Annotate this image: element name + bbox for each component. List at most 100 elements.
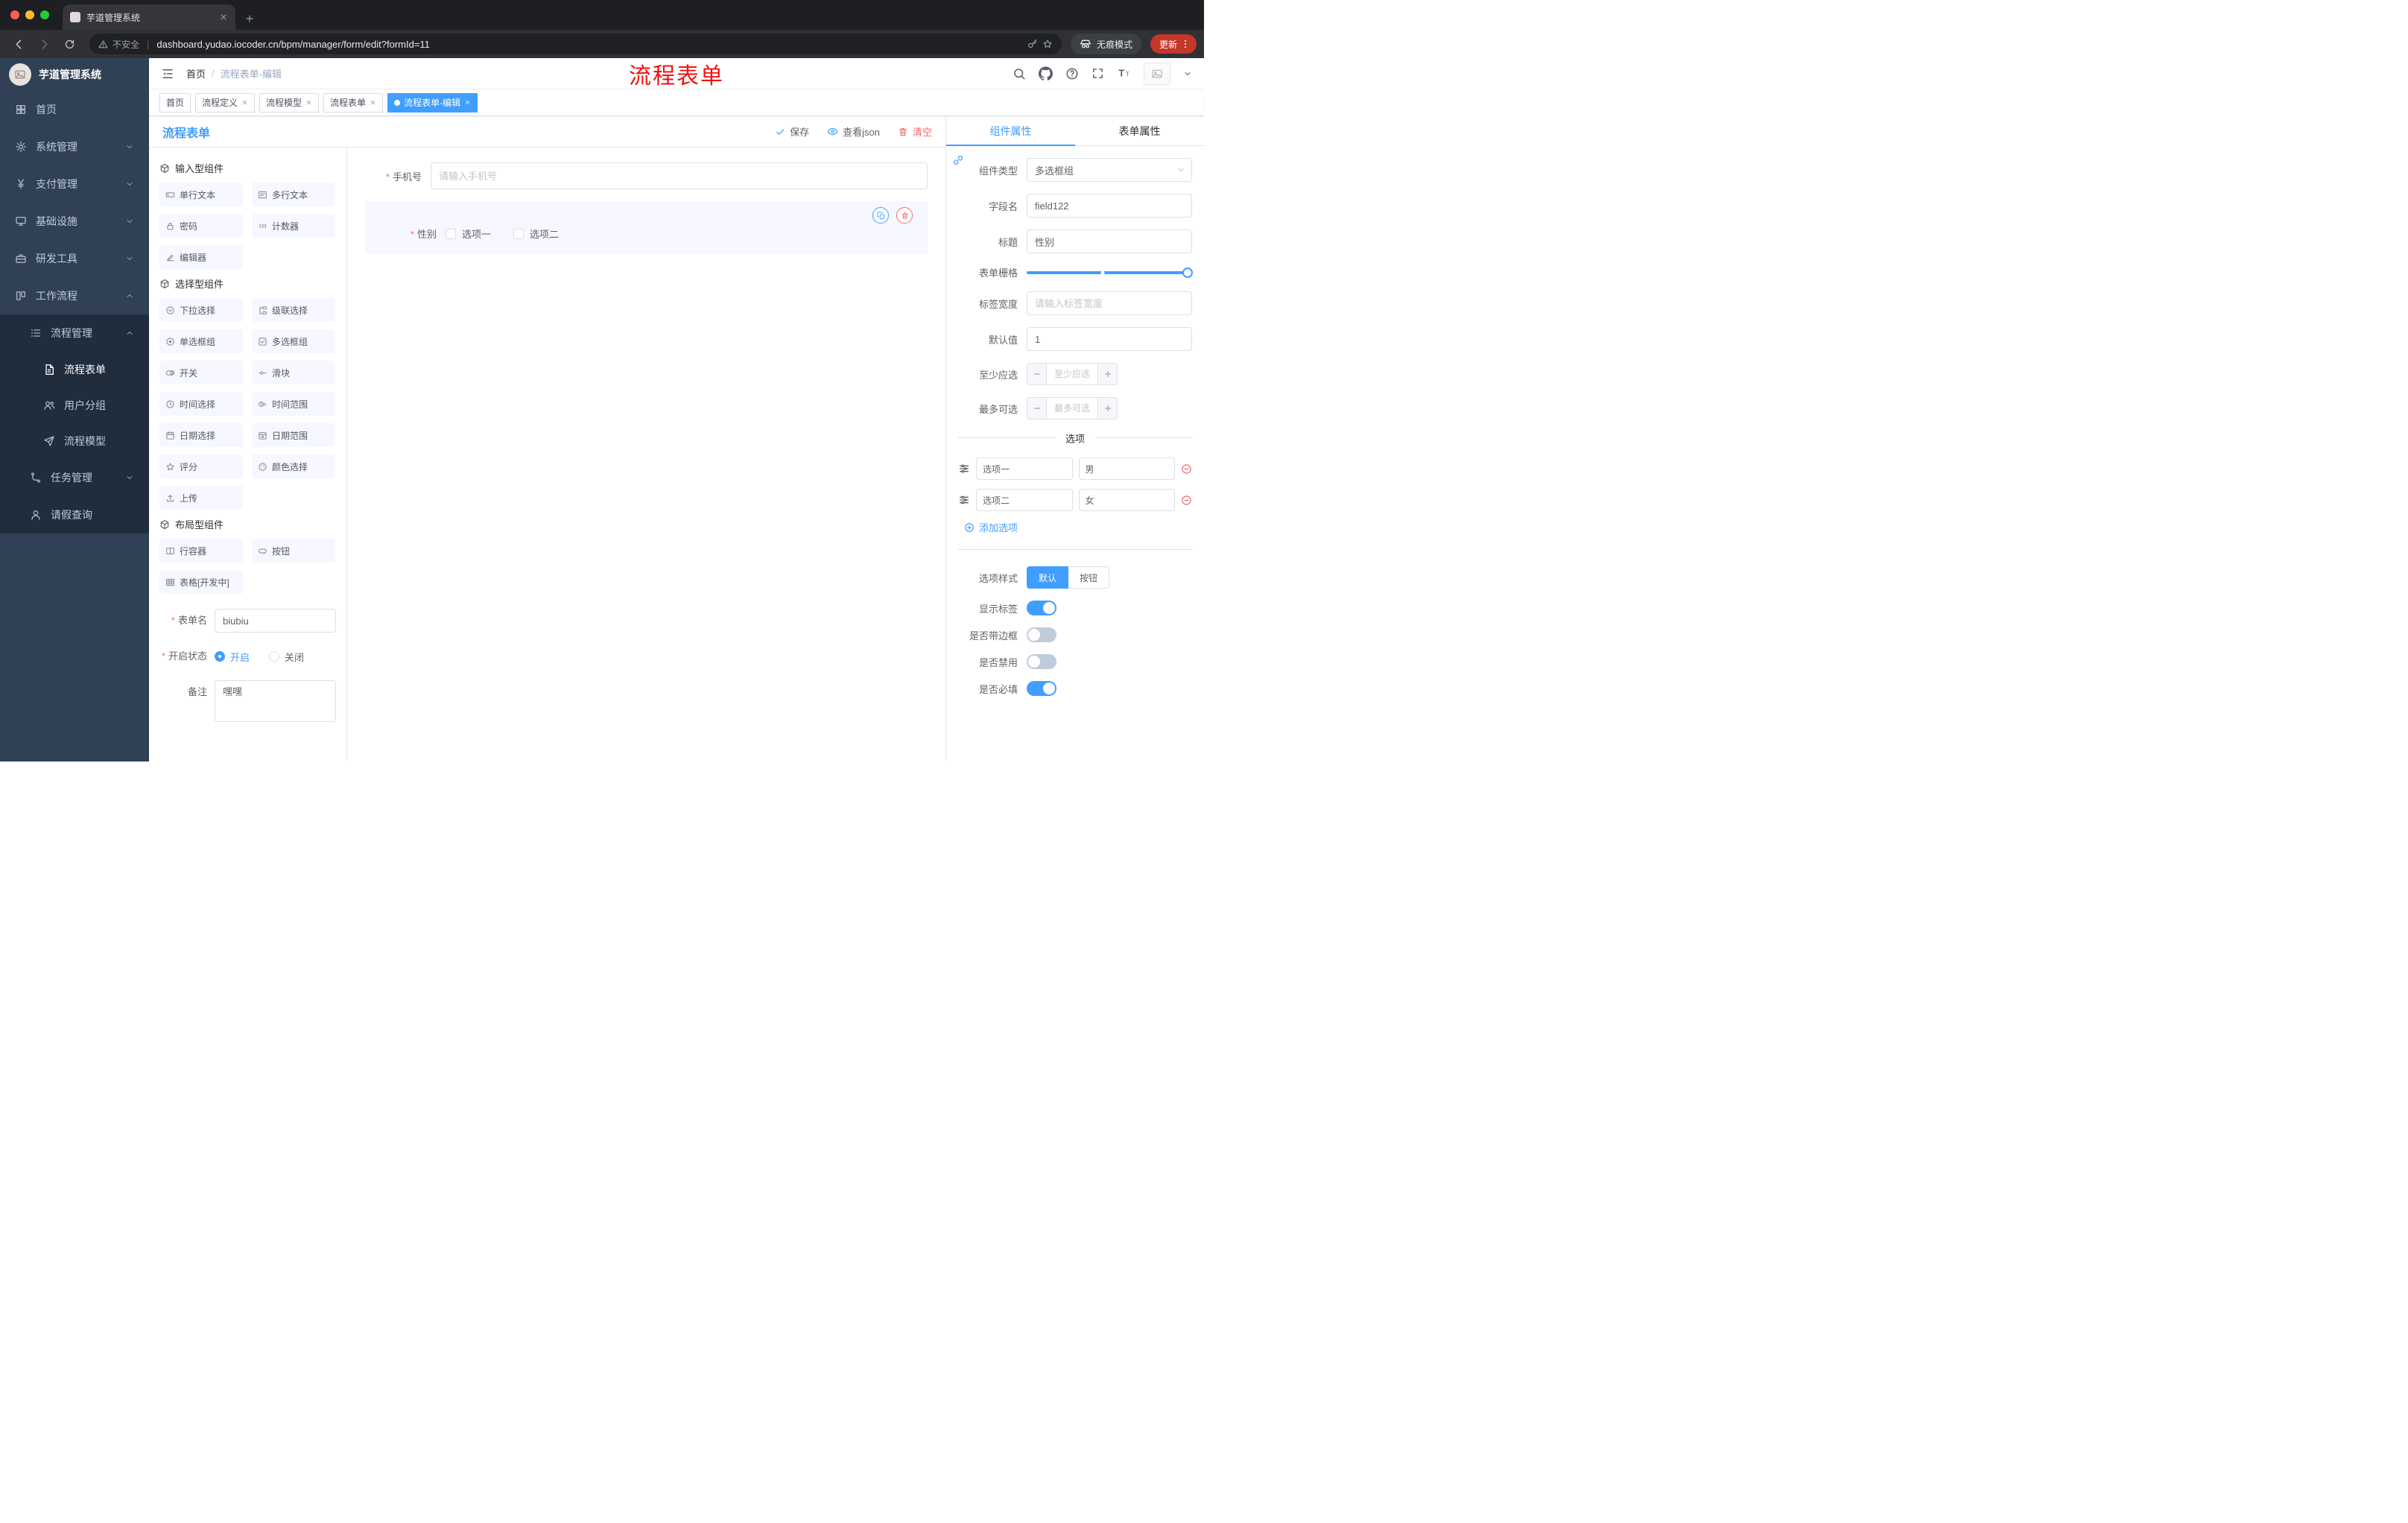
- option-2-value-input[interactable]: [1078, 489, 1175, 511]
- password-key-icon[interactable]: [1027, 39, 1038, 49]
- palette-item-radio-group[interactable]: 单选框组: [159, 329, 243, 353]
- tab-component-props[interactable]: 组件属性: [946, 116, 1075, 146]
- palette-item-multi-line-text[interactable]: 多行文本: [252, 183, 335, 206]
- tab-form-props[interactable]: 表单属性: [1075, 116, 1204, 145]
- default-value-input[interactable]: [1027, 327, 1192, 351]
- palette-item-slider[interactable]: 滑块: [252, 361, 335, 384]
- form-field-phone[interactable]: 手机号: [365, 162, 928, 189]
- tag-close-icon[interactable]: [241, 99, 248, 106]
- font-size-icon[interactable]: [1117, 66, 1131, 80]
- tag-process-model[interactable]: 流程模型: [259, 92, 320, 113]
- grid-slider[interactable]: [1027, 267, 1193, 278]
- palette-item-editor[interactable]: 编辑器: [159, 245, 243, 269]
- palette-item-select[interactable]: 下拉选择: [159, 298, 243, 322]
- palette-item-row-container[interactable]: 行容器: [159, 539, 243, 563]
- sidebar-item-user-group[interactable]: 用户分组: [0, 387, 149, 423]
- decrease-icon[interactable]: [1027, 364, 1047, 384]
- palette-item-time-picker[interactable]: 时间选择: [159, 392, 243, 416]
- increase-icon[interactable]: [1097, 364, 1117, 384]
- tag-process-form-edit[interactable]: 流程表单-编辑: [387, 92, 478, 113]
- remove-option-icon[interactable]: [1181, 463, 1192, 475]
- sidebar-item-task-management[interactable]: 任务管理: [0, 459, 149, 496]
- sidebar-item-home[interactable]: 首页: [0, 91, 149, 128]
- sidebar-item-process-model[interactable]: 流程模型: [0, 423, 149, 459]
- palette-item-switch[interactable]: 开关: [159, 361, 243, 384]
- palette-item-password[interactable]: 密码: [159, 214, 243, 238]
- sidebar-item-process-management[interactable]: 流程管理: [0, 314, 149, 352]
- palette-item-checkbox-group[interactable]: 多选框组: [252, 329, 335, 353]
- slider-handle[interactable]: [1182, 267, 1193, 278]
- palette-item-color-picker[interactable]: 颜色选择: [252, 455, 335, 478]
- form-remark-textarea[interactable]: 嘿嘿: [215, 680, 336, 722]
- tag-close-icon[interactable]: [464, 99, 471, 106]
- show-label-switch[interactable]: [1027, 601, 1056, 615]
- clear-button[interactable]: 清空: [898, 124, 932, 139]
- sidebar-item-infra[interactable]: 基础设施: [0, 203, 149, 240]
- view-json-button[interactable]: 查看json: [827, 124, 880, 139]
- window-close-button[interactable]: [10, 10, 19, 19]
- palette-item-time-range[interactable]: 时间范围: [252, 392, 335, 416]
- drag-handle-icon[interactable]: [958, 494, 970, 506]
- sidebar-logo[interactable]: 芋道管理系统: [0, 58, 149, 91]
- form-name-input[interactable]: [215, 609, 336, 633]
- option-style-default-button[interactable]: 默认: [1027, 566, 1069, 589]
- sidebar-toggle-icon[interactable]: [161, 67, 174, 80]
- disabled-switch[interactable]: [1027, 654, 1056, 669]
- gender-option-2[interactable]: 选项二: [513, 227, 559, 241]
- phone-input[interactable]: [431, 162, 928, 189]
- avatar-caret-icon[interactable]: [1183, 69, 1192, 78]
- window-zoom-button[interactable]: [40, 10, 49, 19]
- status-on-radio[interactable]: 开启: [215, 650, 250, 664]
- palette-item-counter[interactable]: 计数器: [252, 214, 335, 238]
- help-icon[interactable]: [1065, 67, 1079, 80]
- field-name-input[interactable]: [1027, 194, 1192, 218]
- palette-item-rate[interactable]: 评分: [159, 455, 243, 478]
- border-switch[interactable]: [1027, 627, 1056, 642]
- option-1-value-input[interactable]: [1078, 457, 1175, 480]
- drag-handle-icon[interactable]: [958, 463, 970, 475]
- max-select-input[interactable]: [1047, 398, 1097, 419]
- palette-item-single-line-text[interactable]: 单行文本: [159, 183, 243, 206]
- form-field-gender-selected[interactable]: 性别 选项一 选项二: [365, 201, 928, 254]
- tag-close-icon[interactable]: [370, 99, 376, 106]
- delete-field-button[interactable]: [896, 207, 913, 224]
- tag-process-form[interactable]: 流程表单: [323, 92, 384, 113]
- gender-option-1[interactable]: 选项一: [446, 227, 491, 241]
- remove-option-icon[interactable]: [1181, 495, 1192, 506]
- palette-item-button[interactable]: 按钮: [252, 539, 335, 563]
- forward-icon[interactable]: [33, 33, 55, 55]
- breadcrumb-home[interactable]: 首页: [186, 66, 206, 80]
- checkbox-icon[interactable]: [513, 228, 525, 239]
- tag-process-definition[interactable]: 流程定义: [195, 92, 256, 113]
- browser-tab[interactable]: 芋道管理系统: [63, 4, 235, 30]
- tag-home[interactable]: 首页: [159, 92, 191, 113]
- reload-icon[interactable]: [58, 33, 80, 55]
- option-style-button-button[interactable]: 按钮: [1068, 566, 1110, 589]
- window-minimize-button[interactable]: [25, 10, 34, 19]
- status-off-radio[interactable]: 关闭: [269, 650, 304, 664]
- add-option-button[interactable]: 添加选项: [964, 520, 1192, 534]
- back-icon[interactable]: [7, 33, 30, 55]
- sidebar-item-workflow[interactable]: 工作流程: [0, 277, 149, 314]
- increase-icon[interactable]: [1097, 398, 1117, 419]
- link-icon[interactable]: [952, 153, 964, 166]
- sidebar-item-payment[interactable]: 支付管理: [0, 165, 149, 203]
- sidebar-item-devtools[interactable]: 研发工具: [0, 240, 149, 277]
- component-type-select[interactable]: 多选框组: [1027, 158, 1192, 182]
- avatar[interactable]: [1144, 62, 1170, 85]
- copy-field-button[interactable]: [872, 207, 889, 224]
- browser-menu-icon[interactable]: [1180, 39, 1191, 49]
- tag-close-icon[interactable]: [305, 99, 312, 106]
- option-2-label-input[interactable]: [976, 489, 1073, 511]
- tab-close-icon[interactable]: [219, 13, 228, 22]
- sidebar-item-process-form[interactable]: 流程表单: [0, 352, 149, 387]
- option-1-label-input[interactable]: [976, 457, 1073, 480]
- address-bar[interactable]: 不安全 | dashboard.yudao.iocoder.cn/bpm/man…: [89, 34, 1062, 54]
- palette-item-date-range[interactable]: 日期范围: [252, 423, 335, 447]
- search-icon[interactable]: [1013, 67, 1026, 80]
- label-width-input[interactable]: [1027, 291, 1192, 315]
- not-secure-warning-icon[interactable]: [98, 39, 108, 49]
- bookmark-star-icon[interactable]: [1042, 39, 1053, 49]
- save-button[interactable]: 保存: [775, 124, 809, 139]
- palette-item-cascader[interactable]: 级联选择: [252, 298, 335, 322]
